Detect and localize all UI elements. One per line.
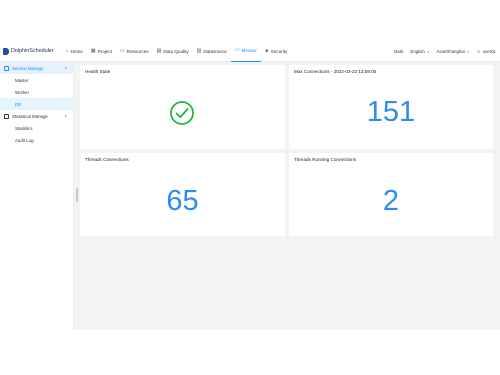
- service-icon: [4, 65, 9, 71]
- nav-resources[interactable]: ▭ Resources: [116, 41, 153, 62]
- sidebar-item-worker[interactable]: Worker: [0, 86, 73, 98]
- nav-datasource[interactable]: ▥ Datasource: [193, 41, 231, 62]
- card-title: Threads Running Connections: [294, 157, 357, 162]
- card-title: Health State: [85, 69, 111, 74]
- chevron-down-icon: ∨: [466, 49, 470, 54]
- nav-security-label: Security: [270, 48, 288, 54]
- nav-monitor-label: Monitor: [241, 48, 257, 53]
- nav-resources-label: Resources: [126, 48, 149, 54]
- nav-datasource-label: Datasource: [203, 48, 227, 54]
- check-circle-icon: [170, 101, 194, 125]
- shield-icon: ◈: [264, 47, 269, 54]
- sidebar-item-audit-log[interactable]: Audit Log: [0, 134, 73, 146]
- sidebar-item-master[interactable]: Master: [0, 74, 73, 86]
- nav-home[interactable]: ⌂ Home: [62, 41, 87, 62]
- sidebar-collapse-handle[interactable]: [76, 188, 78, 202]
- threads-connections-card: Threads Connections 65: [80, 153, 285, 236]
- language-label: English: [410, 49, 425, 54]
- monitor-icon: ▭: [234, 47, 240, 53]
- language-select[interactable]: English ∨: [410, 49, 429, 54]
- sidebar-item-label: Audit Log: [15, 137, 34, 143]
- timezone-select[interactable]: Asia/Shanghai ∨: [436, 49, 469, 54]
- chevron-up-icon: ∧: [64, 66, 67, 70]
- nav-project[interactable]: ▦ Project: [87, 41, 116, 62]
- menu-group-service-manage[interactable]: Service Manage ∧: [0, 62, 73, 74]
- sidebar-item-statistics[interactable]: Statistics: [0, 122, 73, 134]
- chevron-up-icon: ∧: [64, 114, 67, 118]
- card-title: Max Connections - 2022-03-22 13:59:05: [294, 69, 377, 74]
- sidebar-item-label: Statistics: [15, 125, 33, 131]
- card-title: Threads Connections: [85, 157, 129, 162]
- max-connections-card: Max Connections - 2022-03-22 13:59:05 15…: [289, 65, 493, 149]
- menu-group-label: Statistical Manage: [12, 113, 48, 119]
- threads-running-value: 2: [382, 185, 400, 217]
- nav-data-quality-label: Data Quality: [163, 48, 189, 54]
- project-icon: ▦: [90, 47, 96, 54]
- menu-group-label: Service Manage: [12, 65, 44, 71]
- threads-running-card: Threads Running Connections 2: [289, 153, 493, 236]
- folder-icon: ▭: [119, 47, 125, 54]
- user-name: user01: [482, 49, 496, 54]
- document-icon: ▤: [156, 47, 162, 54]
- sidebar-item-label: Master: [15, 77, 29, 83]
- menu-group-statistical-manage[interactable]: Statistical Manage ∧: [0, 110, 73, 122]
- logo-icon: [3, 47, 9, 55]
- app-window: DolphinScheduler ⌂ Home ▦ Project ▭ Reso…: [0, 41, 500, 330]
- sidebar-item-label: DB: [15, 101, 22, 107]
- top-navbar: DolphinScheduler ⌂ Home ▦ Project ▭ Reso…: [0, 41, 500, 62]
- nav-data-quality[interactable]: ▤ Data Quality: [153, 41, 193, 62]
- main-nav: ⌂ Home ▦ Project ▭ Resources ▤ Data Qual…: [62, 41, 292, 62]
- nav-monitor[interactable]: ▭ Monitor: [230, 41, 261, 62]
- brand-name: DolphinScheduler: [11, 48, 54, 54]
- user-menu[interactable]: ♙ user01: [476, 49, 496, 55]
- sidebar-item-db[interactable]: DB: [0, 98, 73, 110]
- max-connections-value: 151: [366, 96, 416, 128]
- timezone-label: Asia/Shanghai: [436, 49, 465, 54]
- nav-home-label: Home: [70, 48, 83, 54]
- user-icon: ♙: [476, 48, 481, 54]
- sidebar: Service Manage ∧ Master Worker DB Statis…: [0, 62, 74, 330]
- home-icon: ⌂: [65, 47, 69, 54]
- theme-label: Dark: [394, 49, 404, 54]
- threads-connections-value: 65: [166, 185, 199, 217]
- logo[interactable]: DolphinScheduler: [3, 47, 54, 55]
- header-tools: Dark English ∨ Asia/Shanghai ∨ ♙ user01: [387, 41, 496, 62]
- nav-project-label: Project: [97, 48, 112, 54]
- theme-toggle[interactable]: Dark: [394, 49, 403, 54]
- sidebar-item-label: Worker: [15, 89, 30, 95]
- health-state-card: Health State: [80, 65, 285, 149]
- database-icon: ▥: [196, 47, 202, 54]
- nav-security[interactable]: ◈ Security: [261, 41, 291, 62]
- chevron-down-icon: ∨: [426, 49, 430, 54]
- statistics-icon: [4, 113, 9, 119]
